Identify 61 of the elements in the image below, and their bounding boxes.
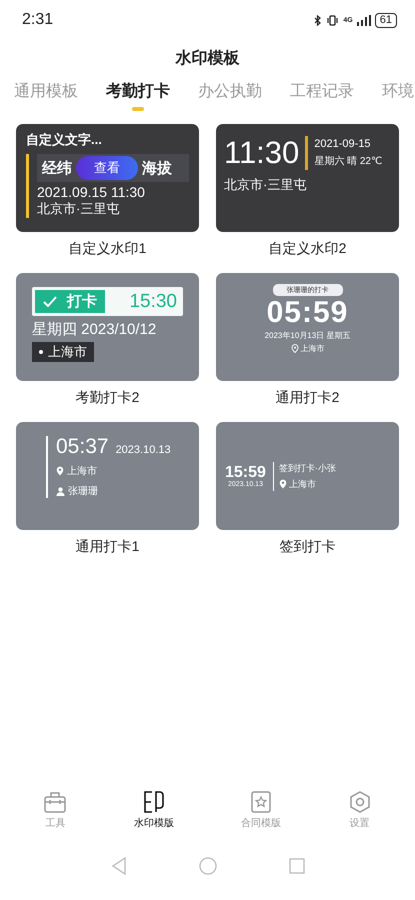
nav-item[interactable]: 合同模版 [234, 790, 287, 830]
signal-icon [356, 14, 371, 26]
nav-item[interactable]: 设置 [342, 790, 378, 830]
template-name: 考勤打卡2 [76, 388, 140, 407]
status-time: 2:31 [22, 11, 54, 29]
category-tab[interactable]: 考勤打卡 [106, 77, 170, 112]
person-icon [56, 486, 65, 496]
recents-icon[interactable] [288, 858, 304, 874]
template-name: 签到打卡 [280, 537, 336, 556]
date-text: 2023.10.13 [116, 444, 171, 456]
bluetooth-icon [314, 14, 322, 26]
date-text: 星期四 2023/10/12 [32, 320, 158, 339]
person-name: 张珊珊 [68, 484, 98, 498]
view-button[interactable]: 查看 [76, 156, 138, 180]
location-text: 北京市·三里屯 [224, 176, 308, 194]
nav-item[interactable]: 水印模版 [128, 790, 180, 830]
watermark-card[interactable]: 打卡 15:30 星期四 2023/10/12 上海市 [16, 273, 199, 381]
watermark-card[interactable]: 自定义文字... 经纬 查看 海拔 2021.09.15 11:30 北京市·三里屯 [16, 124, 199, 232]
location-text: 上海市 [67, 464, 97, 478]
watermark-card[interactable]: 05:37 2023.10.13 上海市 张珊珊 [16, 422, 199, 530]
field-label: 海拔 [142, 158, 172, 178]
custom-text: 自定义文字... [26, 131, 103, 149]
dot-icon [39, 350, 43, 354]
category-tab[interactable]: 通用模板 [14, 77, 78, 112]
category-tab[interactable]: 环境 [382, 77, 414, 112]
template-name: 通用打卡2 [276, 388, 340, 407]
template-name: 通用打卡1 [76, 537, 140, 556]
template-name: 自定义水印1 [68, 239, 146, 258]
check-icon [43, 296, 57, 307]
location-text: 北京市·三里屯 [37, 200, 120, 218]
watermark-card[interactable]: 11:30 2021-09-15 星期六 晴 22℃ 北京市·三里屯 [216, 124, 399, 232]
sign-in-title: 签到打卡·小张 [278, 462, 336, 474]
category-tab[interactable]: 办公执勤 [198, 77, 262, 112]
date-text: 2023年10月13日 星期五 [264, 330, 350, 341]
pin-icon [278, 479, 287, 489]
date-text: 2021-09-15 [314, 138, 372, 150]
stamp-icon [142, 790, 166, 814]
home-icon[interactable] [198, 857, 216, 875]
badge-label: 打卡 [67, 292, 97, 311]
clock-time: 05:59 [266, 296, 348, 330]
template-name: 自定义水印2 [268, 239, 346, 258]
back-icon[interactable] [110, 857, 126, 875]
category-tab[interactable]: 工程记录 [290, 77, 354, 112]
page-title: 水印模板 [174, 48, 240, 69]
battery-indicator: 61 [374, 12, 397, 28]
toolbox-icon [43, 790, 68, 814]
location-text: 上海市 [48, 343, 87, 361]
field-label: 经纬 [42, 158, 72, 178]
vibrate-icon [326, 14, 340, 26]
clock-time: 11:30 [224, 136, 308, 170]
clock-time: 05:37 [56, 436, 109, 458]
settings-icon [348, 790, 372, 814]
date-time: 2021.09.15 11:30 [37, 184, 146, 200]
location-text: 上海市 [300, 343, 324, 354]
location-text: 上海市 [288, 478, 316, 490]
weather-text: 星期六 晴 22℃ [314, 154, 382, 168]
pin-icon [56, 466, 64, 476]
nav-item[interactable]: 工具 [37, 790, 74, 830]
pin-icon [290, 344, 298, 353]
clock-time: 15:30 [129, 290, 177, 312]
clock-time: 15:59 [225, 464, 266, 481]
